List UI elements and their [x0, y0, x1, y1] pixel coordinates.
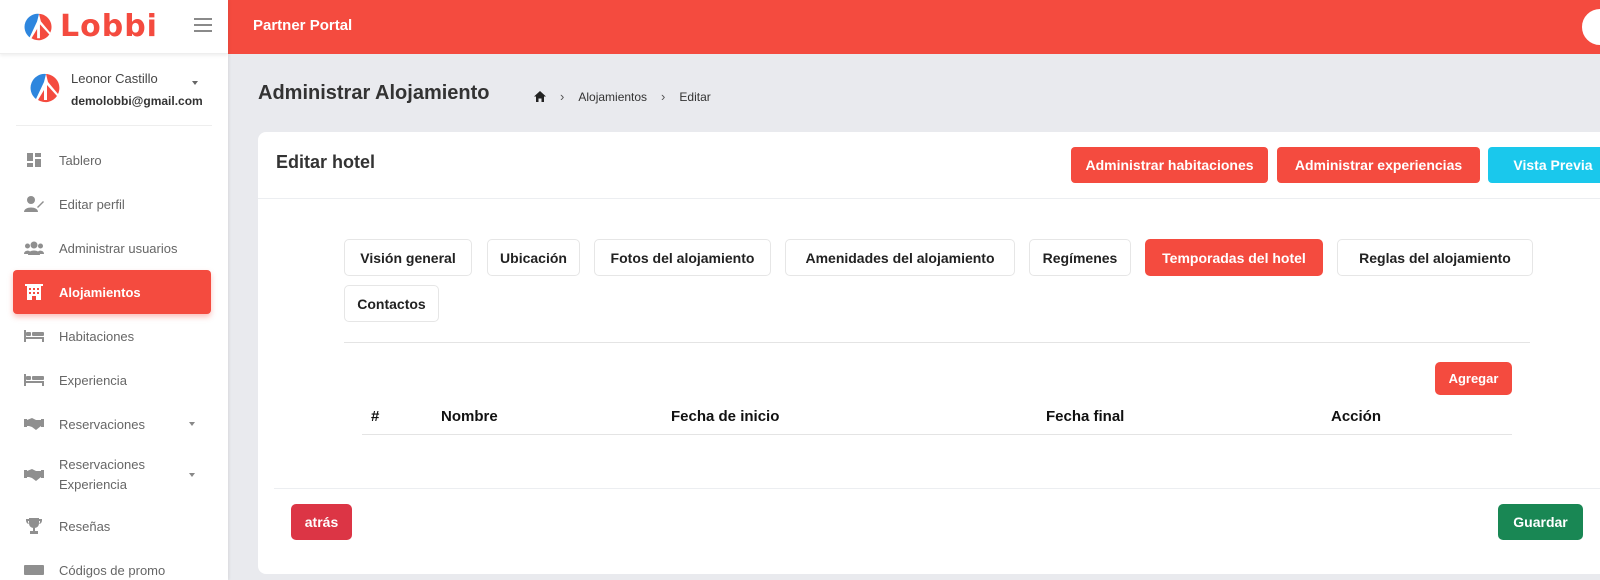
divider: [344, 342, 1530, 343]
sidebar-item-experiencia[interactable]: Experiencia: [0, 358, 228, 402]
manage-experiences-button[interactable]: Administrar experiencias: [1277, 147, 1480, 183]
chevron-down-icon: [189, 473, 195, 477]
sidebar-item-codigos-promo[interactable]: Códigos de promo: [0, 548, 228, 580]
handshake-icon: [24, 467, 44, 483]
handshake-icon: [24, 416, 44, 432]
tab-fotos[interactable]: Fotos del alojamiento: [594, 239, 771, 276]
tab-vision-general[interactable]: Visión general: [344, 239, 472, 276]
sidebar-item-label: Reseñas: [59, 518, 111, 534]
divider: [274, 488, 1600, 489]
back-button[interactable]: atrás: [291, 504, 352, 540]
breadcrumb-item-current: Editar: [679, 89, 711, 104]
sidebar-item-label: Alojamientos: [59, 284, 141, 300]
divider: [258, 198, 1600, 199]
ticket-icon: [24, 562, 44, 578]
sidebar-item-reservaciones-experiencia[interactable]: Reservaciones Experiencia: [0, 446, 228, 504]
sidebar-item-label: Editar perfil: [59, 196, 125, 212]
edit-hotel-card: Editar hotel Administrar habitaciones Ad…: [258, 132, 1600, 574]
bed-icon: [24, 372, 44, 388]
sidebar-item-administrar-usuarios[interactable]: Administrar usuarios: [0, 226, 228, 270]
hamburger-menu-icon[interactable]: [194, 18, 212, 32]
sidebar-item-tablero[interactable]: Tablero: [0, 138, 228, 182]
table-header-index: #: [371, 408, 380, 425]
tab-contactos[interactable]: Contactos: [344, 285, 439, 322]
sidebar-item-label: Códigos de promo: [59, 562, 166, 578]
preview-button[interactable]: Vista Previa: [1488, 147, 1600, 183]
user-edit-icon: [24, 196, 44, 212]
sidebar-item-label: Experiencia: [59, 372, 127, 388]
sidebar-item-editar-perfil[interactable]: Editar perfil: [0, 182, 228, 226]
lobbi-logo-icon[interactable]: [24, 12, 54, 42]
chevron-right-icon: ›: [661, 89, 666, 104]
chevron-down-icon[interactable]: [192, 81, 198, 85]
card-title: Editar hotel: [276, 152, 376, 172]
trophy-icon: [24, 518, 44, 534]
dashboard-icon: [24, 152, 44, 168]
topbar: Partner Portal: [228, 0, 1600, 54]
user-avatar-button[interactable]: [1582, 9, 1600, 45]
sidebar-item-label: Tablero: [59, 152, 102, 168]
user-email: demolobbi@gmail.com: [71, 94, 203, 108]
building-icon: [24, 284, 44, 300]
bed-icon: [24, 328, 44, 344]
table-header-divider: [362, 434, 1512, 435]
table-header-fecha-inicio: Fecha de inicio: [671, 408, 780, 425]
tab-regimenes[interactable]: Regímenes: [1029, 239, 1131, 276]
tab-reglas[interactable]: Reglas del alojamiento: [1337, 239, 1533, 276]
sidebar-item-label: Reservaciones Experiencia: [59, 457, 145, 492]
table-header-fecha-final: Fecha final: [1046, 408, 1125, 425]
breadcrumb: › Alojamientos › Editar: [534, 89, 711, 104]
tab-ubicacion[interactable]: Ubicación: [487, 239, 580, 276]
sidebar-item-alojamientos[interactable]: Alojamientos: [13, 270, 211, 314]
tab-amenidades[interactable]: Amenidades del alojamiento: [785, 239, 1015, 276]
page-title: Administrar Alojamiento: [258, 82, 490, 104]
sidebar-item-label: Administrar usuarios: [59, 240, 178, 256]
table-header-nombre: Nombre: [441, 408, 498, 425]
chevron-right-icon: ›: [560, 89, 565, 104]
sidebar-item-label: Reservaciones: [59, 416, 145, 432]
sidebar-nav: Tablero Editar perfil Administrar usuari…: [0, 138, 228, 580]
user-profile[interactable]: Leonor Castillo demolobbi@gmail.com: [16, 54, 212, 126]
table-header-accion: Acción: [1331, 408, 1382, 425]
avatar: [30, 73, 60, 103]
sidebar: Lobbi Leonor Castillo demolobbi@gmail.co…: [0, 0, 228, 580]
save-button[interactable]: Guardar: [1498, 504, 1583, 540]
tab-temporadas[interactable]: Temporadas del hotel: [1145, 239, 1323, 276]
sidebar-item-habitaciones[interactable]: Habitaciones: [0, 314, 228, 358]
portal-title: Partner Portal: [253, 17, 353, 34]
logo-wordmark[interactable]: Lobbi: [60, 9, 158, 44]
sidebar-item-label: Habitaciones: [59, 328, 135, 344]
users-icon: [24, 240, 44, 256]
breadcrumb-item[interactable]: Alojamientos: [578, 90, 647, 104]
home-icon[interactable]: [534, 91, 546, 102]
manage-rooms-button[interactable]: Administrar habitaciones: [1071, 147, 1268, 183]
add-button[interactable]: Agregar: [1435, 362, 1512, 395]
sidebar-item-reservaciones[interactable]: Reservaciones: [0, 402, 228, 446]
user-name: Leonor Castillo: [71, 71, 158, 86]
chevron-down-icon: [189, 422, 195, 426]
sidebar-item-resenas[interactable]: Reseñas: [0, 504, 228, 548]
